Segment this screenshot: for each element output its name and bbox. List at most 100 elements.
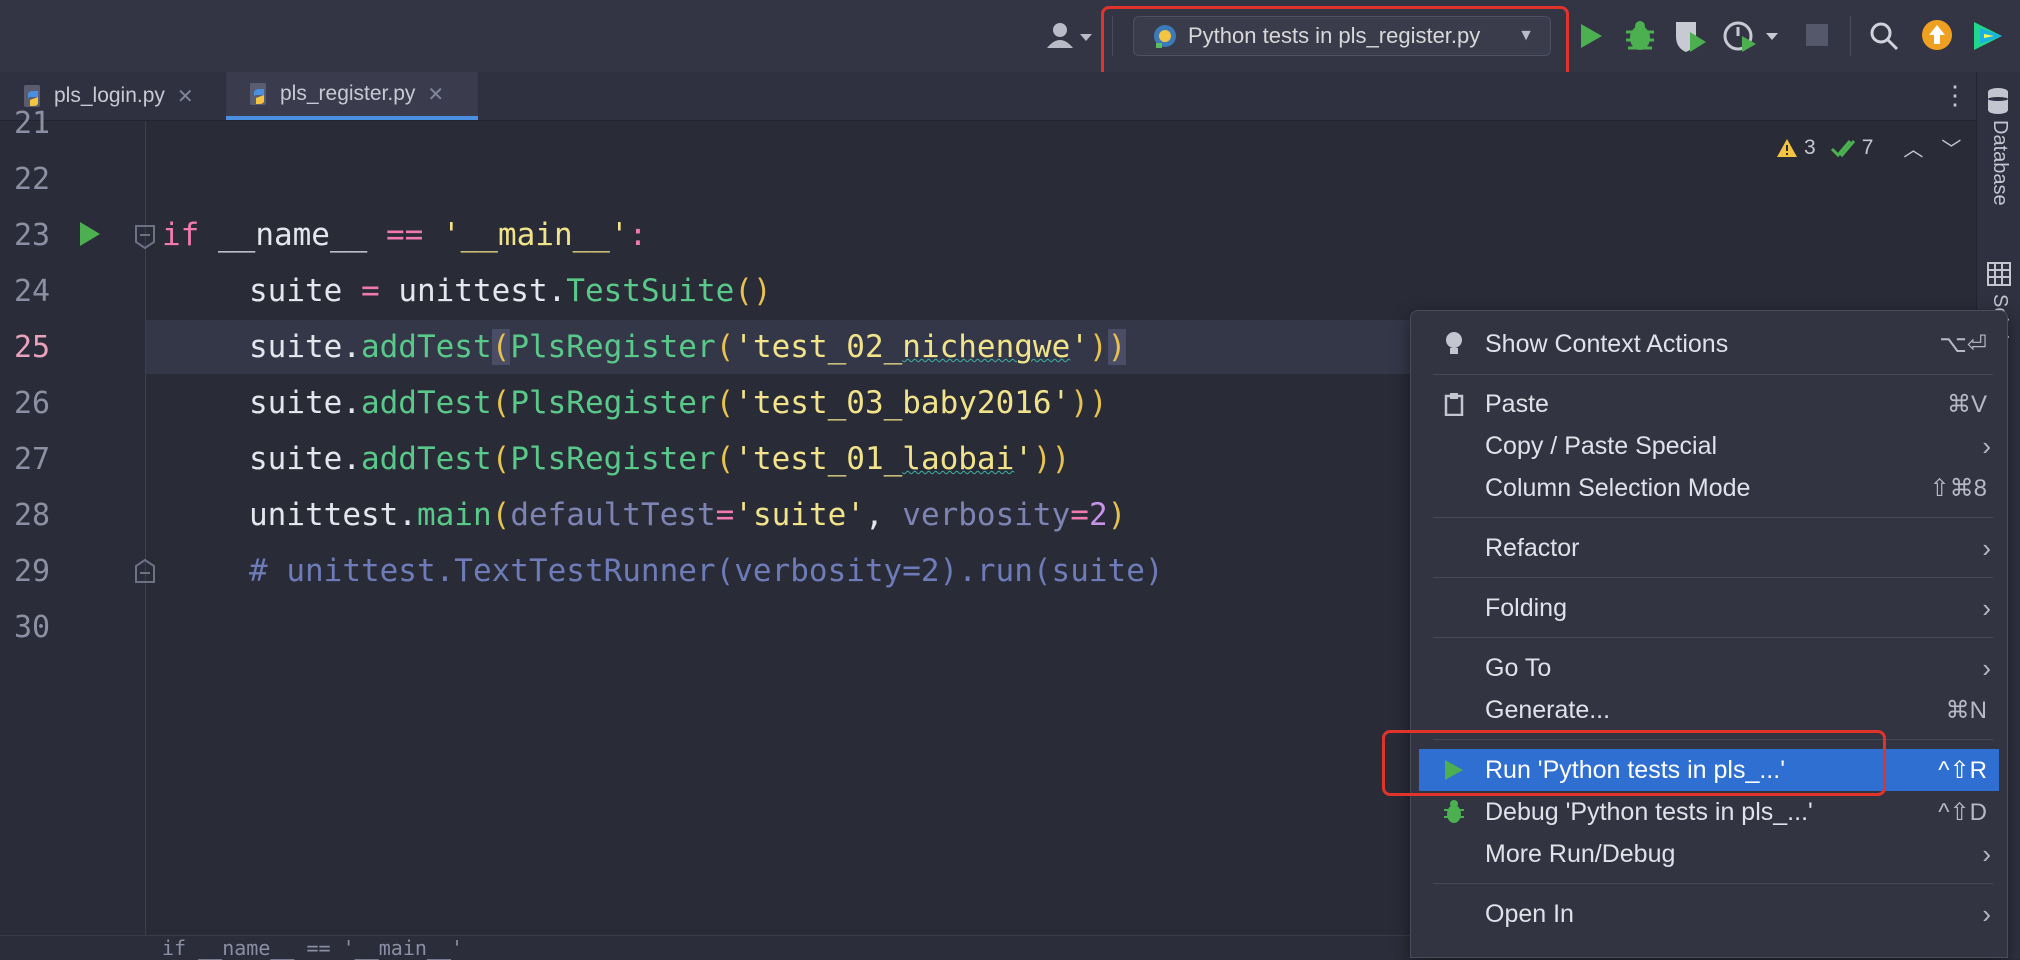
parenthesis: ) <box>1088 329 1108 365</box>
table-grid-icon <box>1987 262 2011 286</box>
account-dropdown[interactable] <box>1044 20 1096 52</box>
user-icon <box>1047 23 1092 48</box>
code-text: unittest. <box>379 273 567 309</box>
code-line-23: if __name__ == '__main__': <box>162 207 647 263</box>
function-call: TestSuite <box>566 273 735 309</box>
ok-count: 7 <box>1861 135 1874 159</box>
menu-item-debug-python-tests[interactable]: Debug 'Python tests in pls_...' ^⇧D <box>1419 791 1999 833</box>
code-text: suite. <box>249 329 361 365</box>
parenthesis: ( <box>491 441 511 477</box>
menu-item-show-context-actions[interactable]: Show Context Actions ⌥⏎ <box>1419 323 1999 365</box>
line-number: 26 <box>14 386 51 421</box>
submenu-arrow-icon: › <box>1982 898 1991 929</box>
menu-item-label: Column Selection Mode <box>1485 473 1751 502</box>
string-literal: 'test_01_ <box>734 441 903 477</box>
operator: == <box>385 217 424 253</box>
code-line-25: suite.addTest(PlsRegister('test_02_niche… <box>249 319 1127 375</box>
debug-bug-icon <box>1626 21 1654 50</box>
parenthesis: () <box>734 273 772 309</box>
submenu-arrow-icon: › <box>1982 430 1991 461</box>
gutter-run-button[interactable] <box>78 220 102 253</box>
submenu-arrow-icon: › <box>1982 532 1991 563</box>
clipboard-icon <box>1444 393 1464 416</box>
sciview-tool-button[interactable] <box>1987 262 2011 291</box>
menu-item-label: Go To <box>1485 653 1552 682</box>
chevron-down-icon[interactable]: ﹀ <box>1941 133 1961 162</box>
menu-item-label: More Run/Debug <box>1485 839 1676 868</box>
line-number: 30 <box>14 610 51 645</box>
menu-item-more-run-debug[interactable]: More Run/Debug › <box>1419 833 1999 875</box>
line-number-current: 25 <box>14 330 51 365</box>
line-number: 22 <box>14 162 51 197</box>
close-icon[interactable]: ✕ <box>177 84 194 109</box>
parenthesis: )) <box>1070 385 1108 421</box>
line-number: 24 <box>14 274 51 309</box>
function-call: addTest <box>360 441 492 477</box>
menu-item-paste[interactable]: Paste ⌘V <box>1419 383 1999 425</box>
spelling-warning: laobai <box>902 441 1015 477</box>
menu-item-column-selection-mode[interactable]: Column Selection Mode ⇧⌘8 <box>1419 467 1999 509</box>
fold-minus-icon <box>135 225 155 250</box>
profile-dropdown-button[interactable] <box>1722 18 1782 59</box>
menu-item-label: Open In <box>1485 899 1574 928</box>
debug-bug-icon <box>1444 800 1464 823</box>
inspection-widget[interactable]: 3 7 ︿ ﹀ <box>1776 133 1961 162</box>
database-tool-button[interactable] <box>1985 86 2011 121</box>
chevron-up-icon[interactable]: ︿ <box>1903 133 1923 162</box>
run-button[interactable] <box>1576 20 1606 57</box>
pycharm-logo-icon <box>1974 22 2002 50</box>
double-check-icon <box>1830 139 1855 157</box>
run-with-coverage-button[interactable] <box>1672 18 1708 59</box>
search-everywhere-button[interactable] <box>1868 20 1900 57</box>
updates-button[interactable] <box>1920 18 1954 57</box>
code-line-24: suite = unittest.TestSuite() <box>249 263 772 319</box>
menu-item-label: Debug 'Python tests in pls_...' <box>1485 797 1813 826</box>
keyword-argument: verbosity <box>902 497 1071 533</box>
fold-toggle[interactable] <box>134 224 156 255</box>
parenthesis: ( <box>491 385 511 421</box>
tab-actions-menu[interactable]: ⋮ <box>1942 80 1968 111</box>
fold-end-icon <box>135 558 155 583</box>
line-number: 27 <box>14 442 51 477</box>
code-text: , <box>864 497 903 533</box>
code-text: suite. <box>249 385 361 421</box>
parenthesis: ( <box>715 441 735 477</box>
debug-button[interactable] <box>1622 18 1658 59</box>
parenthesis: ( <box>715 385 735 421</box>
menu-separator <box>1433 637 1993 638</box>
parenthesis: ( <box>715 329 735 365</box>
code-text: suite <box>249 273 361 309</box>
fold-toggle[interactable] <box>134 558 156 589</box>
shortcut: ⌘V <box>1946 390 1987 418</box>
annotation-highlight-run-menu-item <box>1382 730 1886 796</box>
database-icon <box>1988 88 2008 114</box>
close-icon[interactable]: ✕ <box>427 82 444 107</box>
pycharm-logo-button[interactable] <box>1972 18 2006 59</box>
code-text: unittest. <box>249 497 417 533</box>
database-tool-label[interactable]: Database <box>1988 120 2011 206</box>
tab-pls-register[interactable]: pls_register.py ✕ <box>226 72 478 120</box>
string-literal: 'suite' <box>734 497 865 533</box>
string-literal: ' <box>1014 441 1033 477</box>
shortcut: ⇧⌘8 <box>1929 474 1987 502</box>
submenu-arrow-icon: › <box>1982 592 1991 623</box>
menu-item-copy-paste-special[interactable]: Copy / Paste Special › <box>1419 425 1999 467</box>
menu-separator <box>1433 577 1993 578</box>
keyword: if <box>162 217 200 253</box>
line-number: 21 <box>14 106 51 141</box>
menu-item-folding[interactable]: Folding › <box>1419 587 1999 629</box>
line-number: 23 <box>14 218 51 253</box>
profiler-clock-icon <box>1723 21 1778 52</box>
editor-tab-bar: pls_login.py ✕ pls_register.py ✕ ⋮ <box>0 72 1976 121</box>
more-vertical-icon: ⋮ <box>1942 80 1968 110</box>
python-file-icon <box>250 83 266 105</box>
menu-item-refactor[interactable]: Refactor › <box>1419 527 1999 569</box>
menu-item-go-to[interactable]: Go To › <box>1419 647 1999 689</box>
stop-button[interactable] <box>1806 24 1828 46</box>
menu-item-label: Generate... <box>1485 695 1611 724</box>
operator: = <box>1070 497 1089 533</box>
menu-item-generate[interactable]: Generate... ⌘N <box>1419 689 1999 731</box>
parenthesis: )) <box>1032 441 1071 477</box>
menu-item-open-in[interactable]: Open In › <box>1419 893 1999 935</box>
breadcrumb-item[interactable]: if __name__ == '__main__' <box>162 936 463 960</box>
